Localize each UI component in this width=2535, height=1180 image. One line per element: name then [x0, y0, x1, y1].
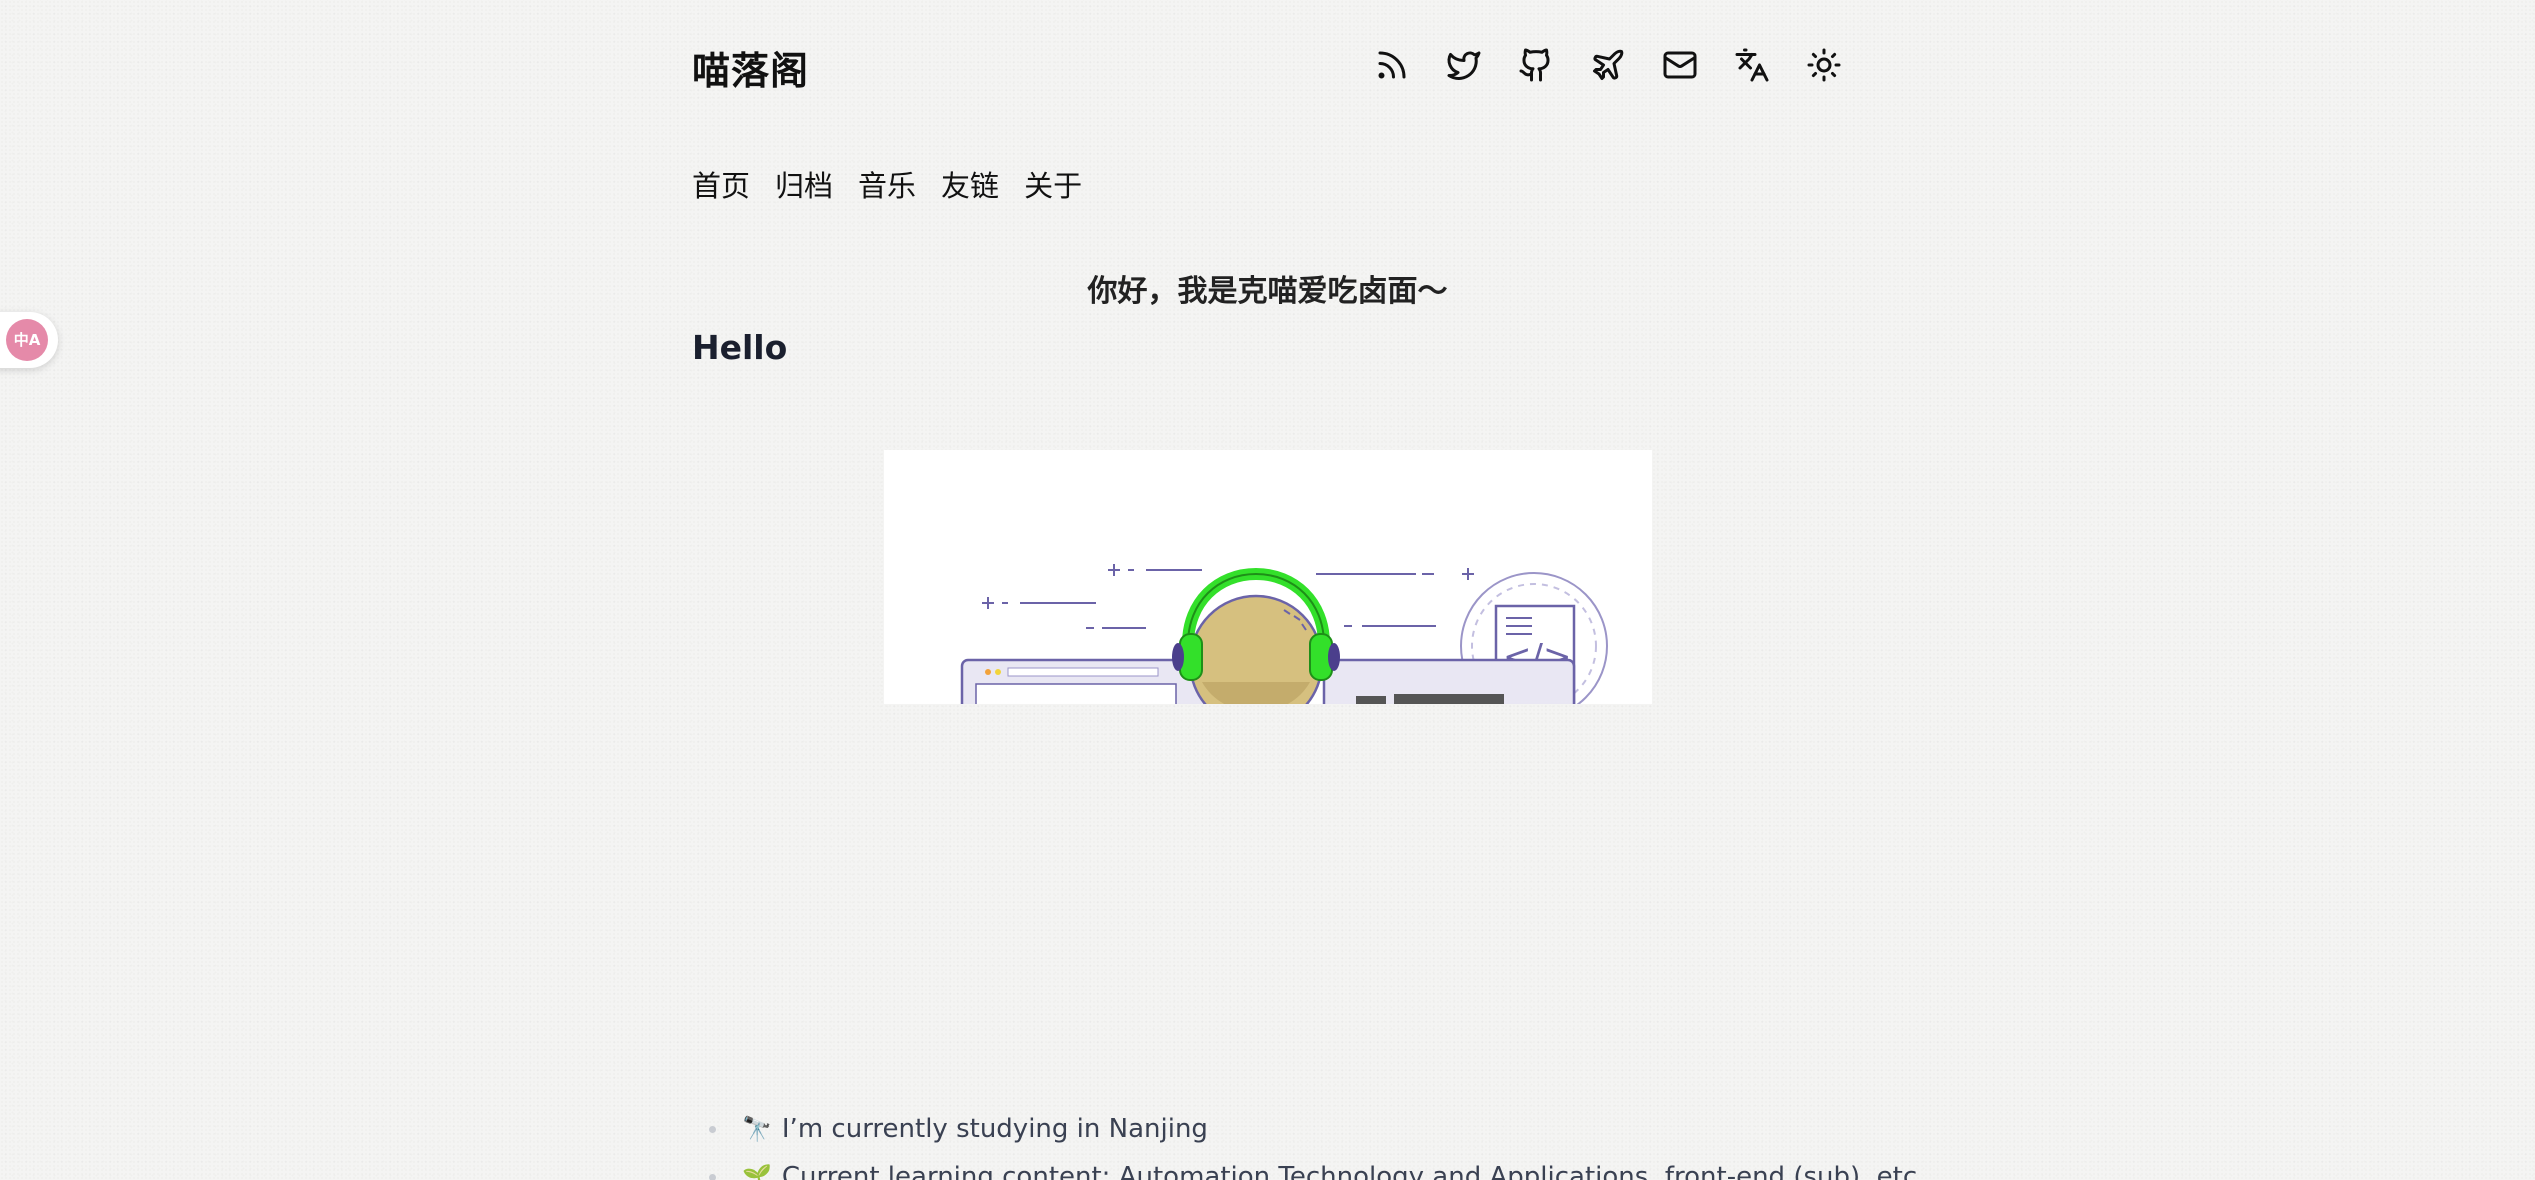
page: 喵落阁 首页 归档 音乐 友链 关于 中A 你好，我是克喵爱吃卤面～ Hello… [0, 0, 2535, 1180]
translate-fab-icon: 中A [6, 319, 48, 361]
nav-item-home[interactable]: 首页 [692, 163, 750, 205]
list-item: 🔭 I’m currently studying in Nanjing [692, 1105, 1925, 1153]
header-icon-bar [1372, 45, 1844, 85]
page-headline: 你好，我是克喵爱吃卤面～ [1087, 274, 1448, 309]
site-title[interactable]: 喵落阁 [692, 40, 809, 95]
intro-list: 🔭 I’m currently studying in Nanjing 🌱 Cu… [692, 1105, 1925, 1180]
list-item: 🌱 Current learning content: Automation T… [692, 1153, 1925, 1180]
twitter-icon[interactable] [1444, 45, 1484, 85]
github-icon[interactable] [1516, 45, 1556, 85]
seedling-icon: 🌱 [742, 1163, 772, 1180]
nav-item-about[interactable]: 关于 [1024, 163, 1082, 205]
list-item-text: I’m currently studying in Nanjing [781, 1114, 1208, 1144]
nav-item-friends[interactable]: 友链 [941, 163, 999, 205]
sun-icon[interactable] [1804, 45, 1844, 85]
plane-icon[interactable] [1588, 45, 1628, 85]
main-nav: 首页 归档 音乐 友链 关于 [692, 163, 1082, 205]
nav-item-music[interactable]: 音乐 [858, 163, 916, 205]
telescope-icon: 🔭 [742, 1115, 772, 1143]
mail-icon[interactable] [1660, 45, 1700, 85]
translate-icon[interactable] [1732, 45, 1772, 85]
nav-item-archive[interactable]: 归档 [775, 163, 833, 205]
translate-button[interactable]: 中A [0, 312, 58, 368]
coder-illustration: </> [884, 450, 1652, 704]
rss-icon[interactable] [1372, 45, 1412, 85]
hello-heading: Hello [692, 328, 788, 367]
list-item-text: Current learning content: Automation Tec… [781, 1162, 1926, 1180]
